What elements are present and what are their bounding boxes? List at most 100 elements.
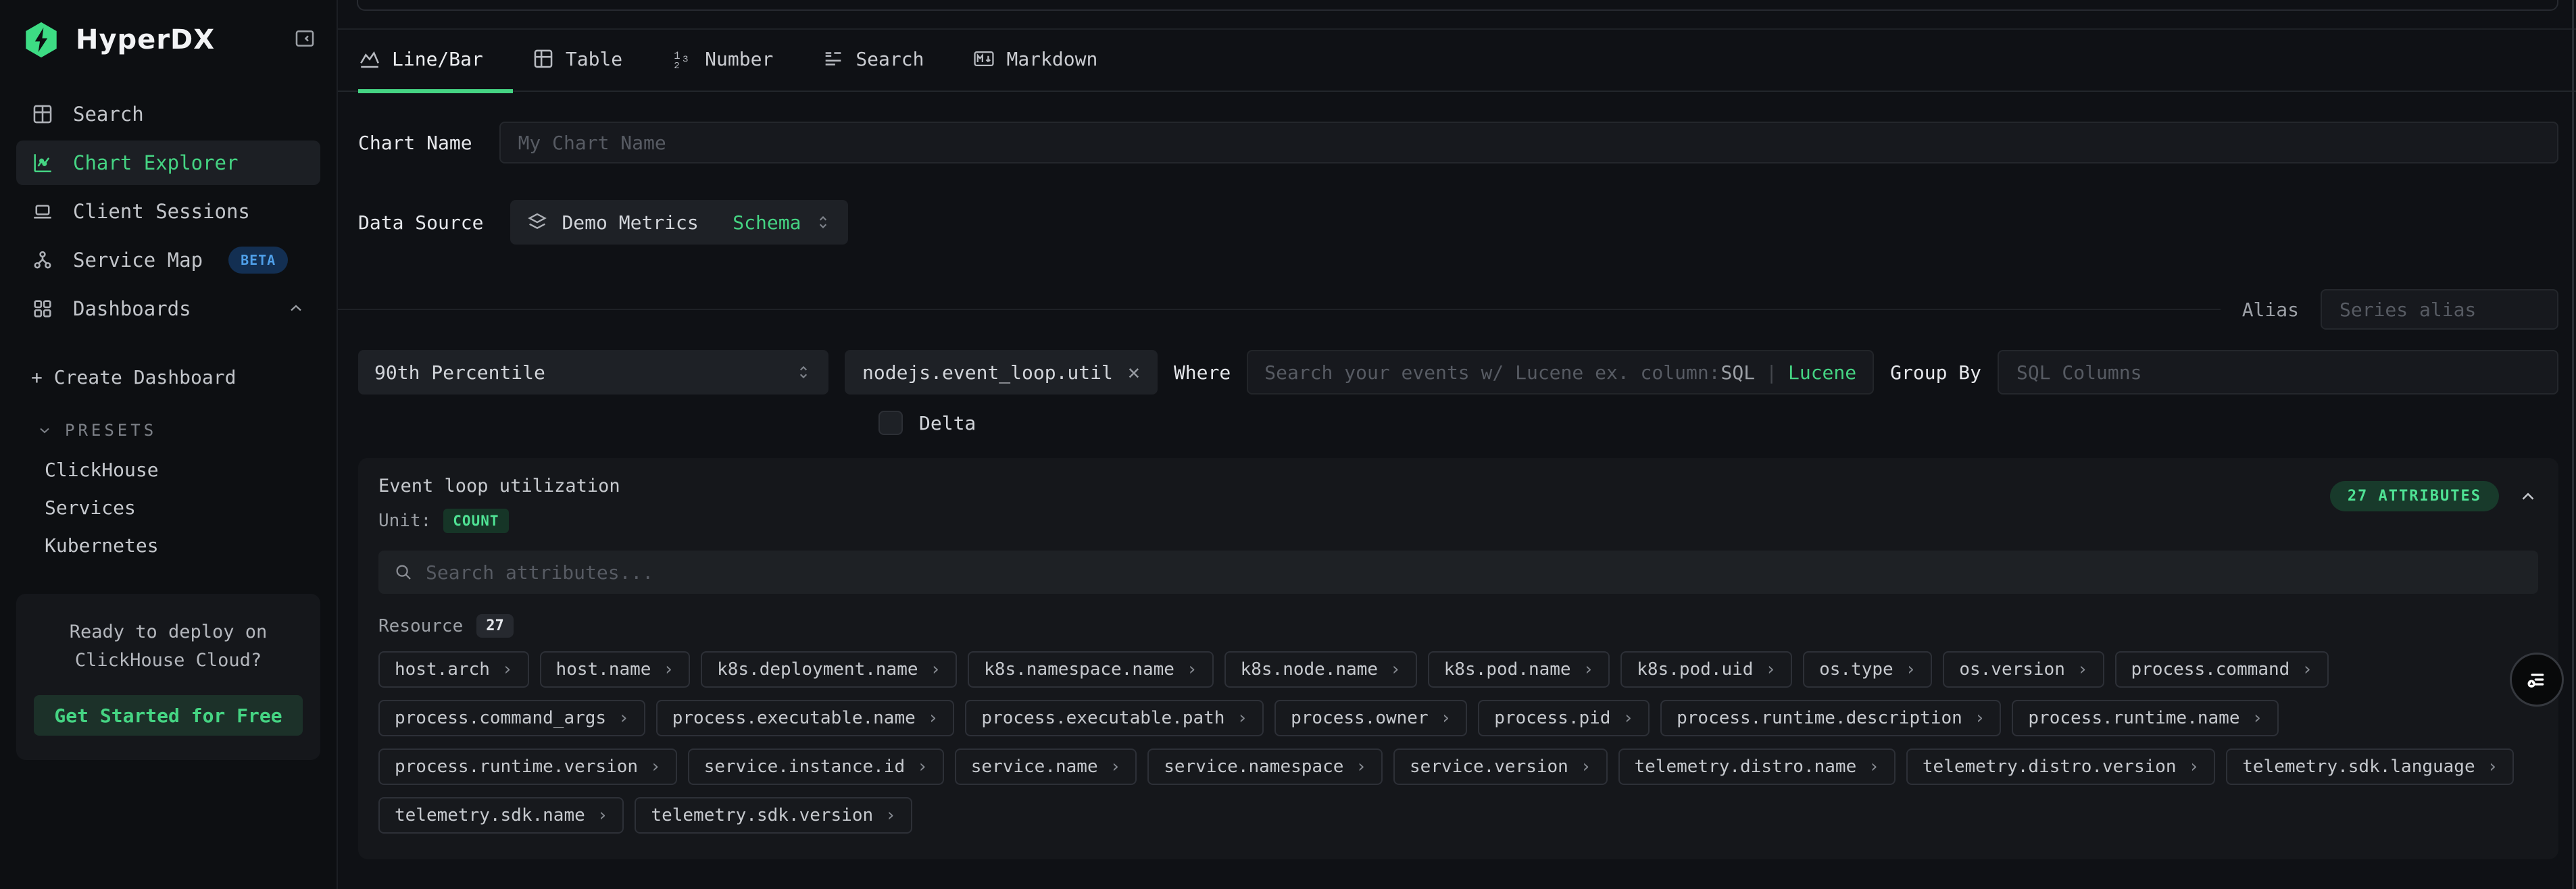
number-123-icon: 1 2 3 xyxy=(671,47,694,70)
aggregation-select[interactable]: 90th Percentile xyxy=(358,350,828,395)
tab-markdown[interactable]: Markdown xyxy=(972,47,1127,93)
remove-metric-icon[interactable]: ✕ xyxy=(1128,361,1140,384)
attribute-search-input[interactable] xyxy=(426,561,2523,584)
chevron-right-icon: › xyxy=(928,708,939,728)
attribute-chip[interactable]: telemetry.sdk.version › xyxy=(635,797,912,834)
attribute-chip[interactable]: process.runtime.name › xyxy=(2012,700,2279,736)
attribute-chip[interactable]: os.type › xyxy=(1803,651,1932,688)
chart-name-input[interactable] xyxy=(499,122,2558,163)
sidebar-item-search[interactable]: Search xyxy=(16,92,320,136)
sidebar-item-chart-explorer[interactable]: Chart Explorer xyxy=(16,141,320,185)
group-by-label: Group By xyxy=(1890,361,1981,384)
preset-item-kubernetes[interactable]: Kubernetes xyxy=(16,526,320,564)
feedback-fab-button[interactable] xyxy=(2510,653,2564,707)
lucene-toggle[interactable]: Lucene xyxy=(1788,361,1856,384)
attributes-count-badge: 27 ATTRIBUTES xyxy=(2330,481,2499,511)
attribute-chip-label: os.type xyxy=(1819,659,1893,680)
preset-item-clickhouse[interactable]: ClickHouse xyxy=(16,451,320,488)
sidebar-item-label: Service Map xyxy=(73,249,203,272)
panel-collapse-chevron-icon[interactable] xyxy=(2518,486,2538,507)
chevron-right-icon: › xyxy=(1868,757,1879,777)
tab-number[interactable]: 1 2 3 Number xyxy=(671,47,803,93)
preset-item-services[interactable]: Services xyxy=(16,488,320,526)
tab-search[interactable]: Search xyxy=(822,47,953,93)
attribute-chip[interactable]: process.runtime.description › xyxy=(1660,700,2001,736)
table-icon xyxy=(532,47,555,70)
tab-label: Line/Bar xyxy=(392,48,483,70)
resource-group-row: Resource 27 xyxy=(378,614,2538,638)
attribute-chip[interactable]: k8s.deployment.name › xyxy=(701,651,957,688)
attribute-chip[interactable]: os.version › xyxy=(1943,651,2104,688)
attribute-chip[interactable]: k8s.node.name › xyxy=(1224,651,1417,688)
presets-section-toggle[interactable]: PRESETS xyxy=(16,421,320,440)
data-source-select[interactable]: Demo Metrics Schema xyxy=(510,200,848,245)
cloud-promo-card: Ready to deploy on ClickHouse Cloud? Get… xyxy=(16,594,320,760)
attribute-chip-label: process.owner xyxy=(1291,708,1429,728)
sidebar-item-client-sessions[interactable]: Client Sessions xyxy=(16,189,320,234)
attribute-chip[interactable]: host.name › xyxy=(540,651,691,688)
delta-checkbox[interactable] xyxy=(878,411,903,435)
metric-chip[interactable]: nodejs.event_loop.util ✕ xyxy=(845,350,1158,395)
create-dashboard-button[interactable]: + Create Dashboard xyxy=(16,366,320,388)
sidebar-item-dashboards[interactable]: Dashboards xyxy=(16,286,320,331)
attribute-chip[interactable]: k8s.namespace.name › xyxy=(968,651,1213,688)
search-grid-icon xyxy=(31,103,54,126)
chevron-right-icon: › xyxy=(2252,708,2262,728)
get-started-button[interactable]: Get Started for Free xyxy=(34,695,303,736)
attribute-chip[interactable]: telemetry.distro.version › xyxy=(1906,748,2215,785)
attribute-chip[interactable]: service.name › xyxy=(955,748,1137,785)
data-source-row: Data Source Demo Metrics Schema xyxy=(358,200,2558,245)
chart-type-tabs: Line/Bar Table 1 2 3 xyxy=(338,30,2576,92)
attribute-chip[interactable]: service.instance.id › xyxy=(688,748,944,785)
attribute-chip[interactable]: process.executable.path › xyxy=(965,700,1264,736)
sidebar-item-service-map[interactable]: Service Map BETA xyxy=(16,238,320,282)
attribute-chip[interactable]: k8s.pod.name › xyxy=(1428,651,1610,688)
attribute-chip[interactable]: service.version › xyxy=(1393,748,1607,785)
attribute-chip-label: telemetry.sdk.version xyxy=(651,805,873,825)
attribute-chip[interactable]: process.executable.name › xyxy=(656,700,955,736)
attribute-chip[interactable]: process.command_args › xyxy=(378,700,645,736)
sql-toggle[interactable]: SQL xyxy=(1721,361,1756,384)
search-icon xyxy=(393,562,414,582)
attribute-chip[interactable]: process.runtime.version › xyxy=(378,748,677,785)
attribute-chip-label: telemetry.distro.version xyxy=(1923,757,2177,777)
where-input-wrap: SQL | Lucene xyxy=(1247,350,1874,395)
attribute-chip[interactable]: process.command › xyxy=(2115,651,2329,688)
chevron-up-icon[interactable] xyxy=(287,299,305,318)
attribute-chip[interactable]: process.owner › xyxy=(1274,700,1467,736)
aggregation-value: 90th Percentile xyxy=(374,361,545,384)
chevron-right-icon: › xyxy=(618,708,629,728)
alias-input[interactable] xyxy=(2321,289,2558,330)
svg-text:2: 2 xyxy=(674,61,680,70)
sidebar-item-label: Dashboards xyxy=(73,297,191,320)
attribute-chip[interactable]: k8s.pod.uid › xyxy=(1620,651,1792,688)
where-search-input[interactable] xyxy=(1264,361,1720,384)
group-by-input[interactable] xyxy=(1998,350,2558,395)
chevron-right-icon: › xyxy=(917,757,928,777)
attribute-chip-label: telemetry.sdk.name xyxy=(395,805,585,825)
attribute-chip-label: telemetry.sdk.language xyxy=(2242,757,2475,777)
attribute-chip-label: process.command xyxy=(2131,659,2290,680)
sidebar-collapse-icon[interactable] xyxy=(293,27,316,53)
attribute-chip[interactable]: telemetry.distro.name › xyxy=(1618,748,1896,785)
chevron-right-icon: › xyxy=(1237,708,1247,728)
chart-line-icon xyxy=(31,151,54,174)
schema-link[interactable]: Schema xyxy=(733,211,801,234)
attribute-chip[interactable]: telemetry.sdk.language › xyxy=(2226,748,2514,785)
attribute-chip-label: os.version xyxy=(1959,659,2065,680)
laptop-icon xyxy=(31,200,54,223)
scrollbar-track[interactable] xyxy=(2572,0,2574,889)
attribute-chip-label: process.runtime.name xyxy=(2028,708,2239,728)
chart-name-label: Chart Name xyxy=(358,132,472,154)
attribute-chip[interactable]: process.pid › xyxy=(1478,700,1650,736)
resource-count-badge: 27 xyxy=(476,614,514,638)
layers-icon xyxy=(526,211,548,233)
chevron-right-icon: › xyxy=(1906,659,1916,680)
tab-line-bar[interactable]: Line/Bar xyxy=(358,47,513,93)
series-config-row: 90th Percentile nodejs.event_loop.util ✕… xyxy=(358,350,2558,395)
attribute-chip[interactable]: service.namespace › xyxy=(1147,748,1383,785)
tab-table[interactable]: Table xyxy=(532,47,652,93)
attribute-chip[interactable]: host.arch › xyxy=(378,651,529,688)
attribute-chip[interactable]: telemetry.sdk.name › xyxy=(378,797,624,834)
chevron-right-icon: › xyxy=(1975,708,1985,728)
